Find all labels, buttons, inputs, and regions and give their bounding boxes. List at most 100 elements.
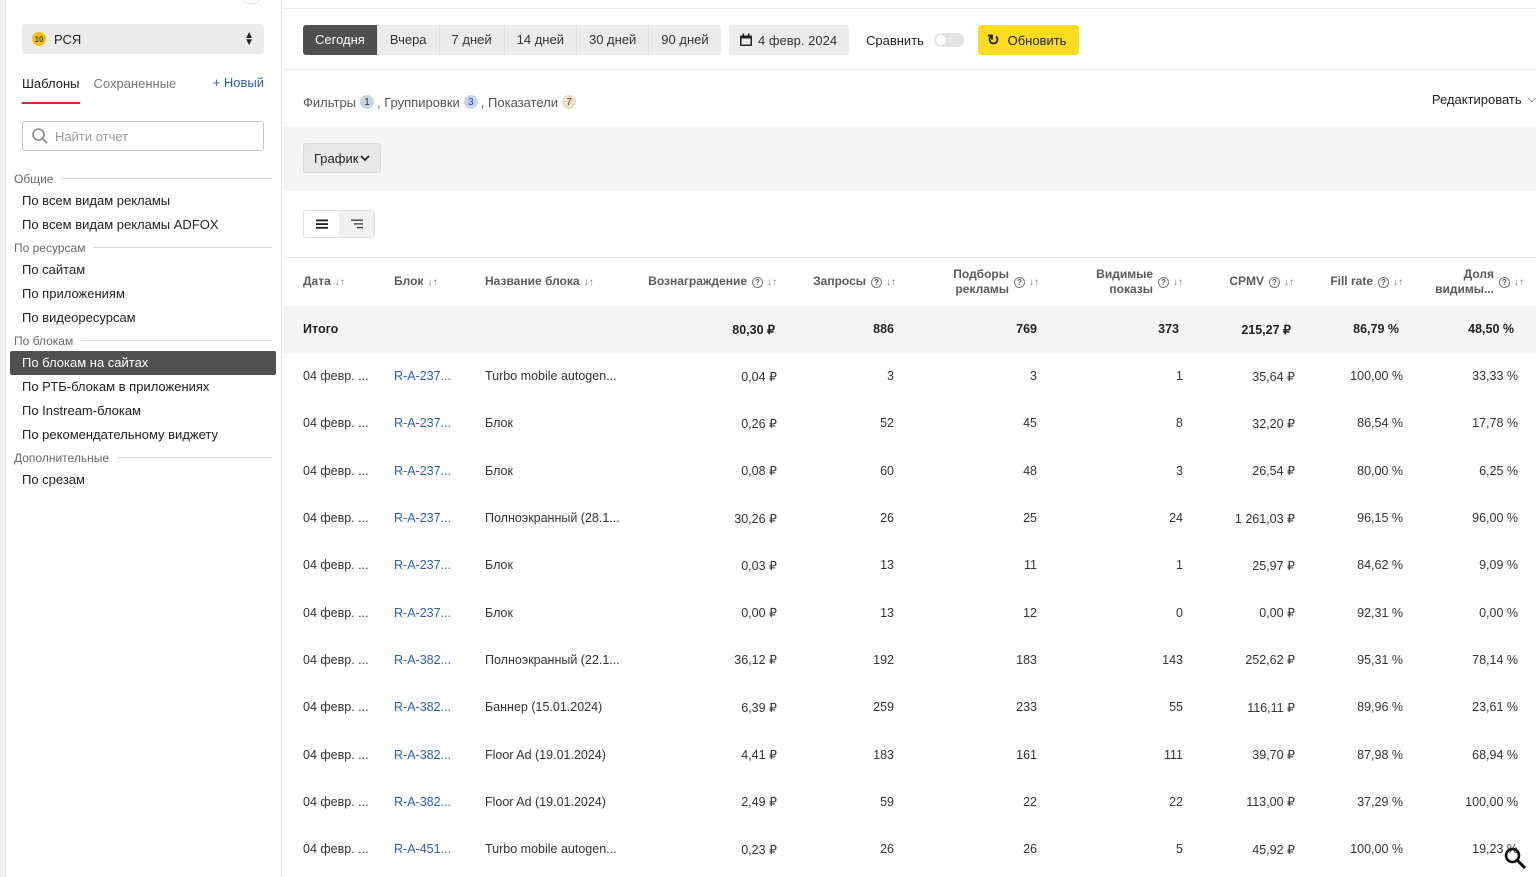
menu-item[interactable]: По всем видам рекламы ADFOX	[6, 213, 282, 237]
report-menu: Общие По всем видам рекламы По всем видам …	[6, 168, 282, 492]
col-header-cpmv[interactable]: CPMV? ↓↑	[1203, 257, 1310, 306]
cell-block-name: Блок	[485, 605, 513, 620]
col-header-visible[interactable]: Видимые показы? ↓↑	[1059, 257, 1203, 306]
menu-group-title: По ресурсам	[14, 240, 86, 255]
menu-item[interactable]: По приложениям	[6, 282, 282, 306]
col-header-visible-share[interactable]: Доля видимы...? ↓↑	[1418, 257, 1536, 306]
col-header-date[interactable]: Дата ↓↑	[283, 257, 394, 306]
cell-block-id[interactable]: R-A-382...	[394, 636, 485, 683]
menu-item[interactable]: По РТБ-блокам в приложениях	[6, 375, 282, 399]
new-report-link[interactable]: + Новый	[213, 72, 264, 104]
menu-item[interactable]: По видеоресурсам	[6, 306, 282, 330]
cell-block-name: Блок	[485, 463, 513, 478]
filters-count-badge: 1	[360, 95, 375, 109]
period-button[interactable]: 14 дней	[504, 25, 577, 55]
cell-block-id[interactable]: R-A-237...	[394, 353, 485, 400]
product-select[interactable]: 10 РСЯ ▲ ▼	[22, 24, 264, 54]
period-button[interactable]: Сегодня	[303, 25, 378, 55]
collapse-handle[interactable]	[238, 0, 264, 4]
divider	[61, 178, 272, 179]
search-icon	[32, 128, 48, 144]
edit-button[interactable]: Редактировать ⌵	[1432, 92, 1536, 107]
period-button[interactable]: Вчера	[377, 25, 440, 55]
col-header-label: Fill rate	[1330, 273, 1373, 288]
cell-block-id[interactable]: R-A-451...	[394, 825, 485, 872]
cell-block-name: Полноэкранный (22.1...	[485, 652, 620, 667]
cell-block-id[interactable]: R-A-237...	[394, 589, 485, 636]
menu-item[interactable]: По Instream-блокам	[6, 399, 282, 423]
cell-block-id[interactable]: R-A-237...	[394, 400, 485, 447]
cell-block-id[interactable]: R-A-382...	[394, 684, 485, 731]
period-button[interactable]: 7 дней	[439, 25, 505, 55]
col-header-line: показы	[1109, 281, 1153, 296]
cell-visible: 5	[1176, 842, 1183, 857]
help-icon[interactable]: ?	[1014, 276, 1025, 288]
period-button[interactable]: 90 дней	[649, 25, 721, 55]
flat-view-button[interactable]	[304, 211, 339, 237]
col-header-ad-picks[interactable]: Подборы рекламы? ↓↑	[918, 257, 1059, 306]
groupings-link[interactable]: , Группировки	[377, 95, 460, 110]
help-icon[interactable]: ?	[1158, 276, 1169, 288]
help-icon[interactable]: ?	[871, 276, 882, 288]
tab-templates[interactable]: Шаблоны	[22, 72, 80, 104]
table-row: 04 февр. ... R-A-382... Баннер (15.01.2024…	[283, 684, 1536, 731]
help-icon[interactable]: ?	[1269, 276, 1280, 288]
table-row: 04 февр. ... R-A-237... Turbo mobile autog…	[283, 353, 1536, 400]
refresh-button[interactable]: ↻ Обновить	[978, 25, 1080, 55]
help-icon[interactable]: ?	[1499, 276, 1510, 288]
cell-block-id[interactable]: R-A-237...	[394, 542, 485, 589]
period-button[interactable]: 30 дней	[576, 25, 650, 55]
cell-date: 04 февр. ...	[303, 605, 369, 620]
menu-item[interactable]: По рекомендательному виджету	[6, 423, 282, 447]
chart-label: График	[314, 150, 359, 166]
cell-block-name: Turbo mobile autogen...	[485, 842, 617, 857]
report-search	[22, 121, 264, 151]
cell-block-id[interactable]: R-A-237...	[394, 494, 485, 541]
help-icon[interactable]: ?	[752, 276, 763, 288]
compare-toggle[interactable]	[933, 33, 964, 47]
col-header-block-name[interactable]: Название блока ↓↑	[485, 257, 640, 306]
cell-fill-rate: 89,96 %	[1357, 700, 1403, 715]
menu-group-label: Общие	[6, 168, 282, 189]
view-mode-toggle	[303, 210, 375, 238]
menu-item[interactable]: По всем видам рекламы	[6, 189, 282, 213]
cell-visible-share: 78,14 %	[1472, 652, 1518, 667]
cell-reward: 6,39 ₽	[741, 700, 777, 715]
col-header-reward[interactable]: Вознаграждение? ↓↑	[640, 257, 795, 306]
cell-visible: 24	[1169, 511, 1183, 526]
sort-icon: ↓↑	[1029, 276, 1039, 288]
menu-item[interactable]: По сайтам	[6, 258, 282, 282]
filters-link[interactable]: Фильтры	[303, 95, 356, 110]
cell-fill-rate: 95,31 %	[1357, 652, 1403, 667]
cell-block-id[interactable]: R-A-382...	[394, 778, 485, 825]
menu-item[interactable]: По срезам	[6, 468, 282, 492]
date-picker-button[interactable]: 4 февр. 2024	[729, 25, 850, 55]
calendar-icon	[740, 33, 752, 46]
tab-saved[interactable]: Сохраненные	[94, 72, 177, 104]
cell-cpmv: 26,54 ₽	[1252, 464, 1295, 479]
chart-dropdown-button[interactable]: График	[303, 143, 382, 173]
sidebar-tabs: Шаблоны Сохраненные + Новый	[22, 72, 264, 104]
cell-block-id[interactable]: R-A-382...	[394, 731, 485, 778]
tree-view-button[interactable]	[339, 211, 374, 237]
cell-requests: 259	[873, 700, 894, 715]
cell-fill-rate: 100,00 %	[1350, 842, 1403, 857]
cell-block-id[interactable]: R-A-237...	[394, 447, 485, 494]
cell-reward: 4,41 ₽	[741, 748, 777, 763]
menu-group-title: Общие	[14, 171, 54, 186]
search-input[interactable]	[55, 128, 245, 144]
metrics-link[interactable]: , Показатели	[481, 95, 558, 110]
sort-icon: ↓↑	[767, 276, 777, 288]
help-icon[interactable]: ?	[1378, 276, 1389, 288]
col-header-fill-rate[interactable]: Fill rate? ↓↑	[1310, 257, 1418, 306]
col-header-requests[interactable]: Запросы? ↓↑	[795, 257, 918, 306]
cell-date: 04 февр. ...	[303, 369, 369, 384]
cell-cpmv: 32,20 ₽	[1252, 416, 1295, 431]
col-header-block[interactable]: Блок ↓↑	[394, 257, 485, 306]
magnifier-icon[interactable]	[1503, 846, 1527, 870]
cell-reward: 0,04 ₽	[741, 369, 777, 384]
menu-item[interactable]: По блокам на сайтах	[10, 351, 276, 375]
cell-reward: 36,12 ₽	[734, 653, 777, 668]
total-fill-rate: 86,79 %	[1310, 305, 1418, 353]
cell-requests: 13	[880, 605, 894, 620]
